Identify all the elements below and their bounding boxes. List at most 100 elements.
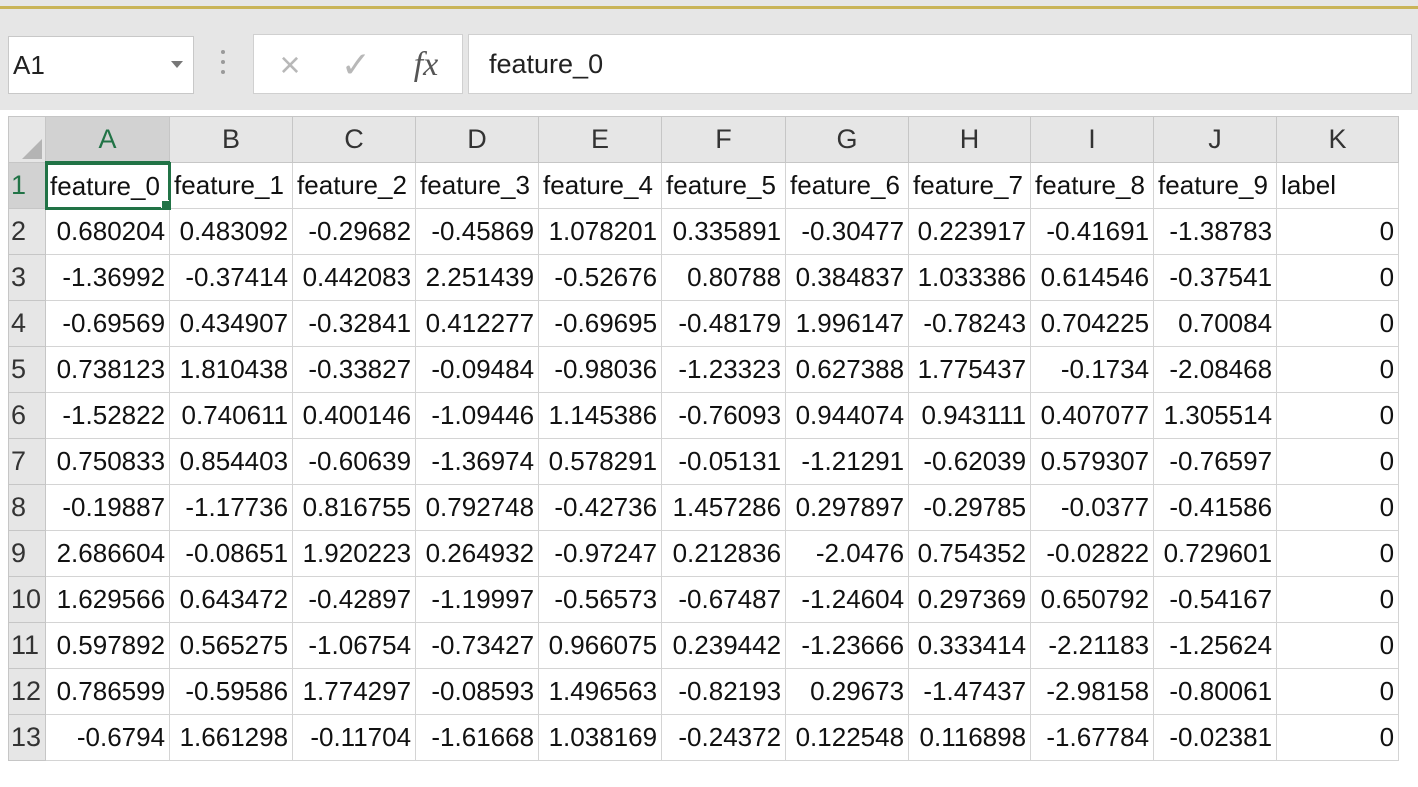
cell[interactable]: 1.033386	[908, 254, 1032, 301]
cell[interactable]: 0.579307	[1030, 438, 1155, 485]
cancel-icon[interactable]: ×	[266, 43, 314, 87]
column-header-c[interactable]: C	[292, 116, 417, 163]
cell[interactable]: -0.41586	[1153, 484, 1278, 531]
cell[interactable]: feature_6	[785, 162, 910, 209]
column-header-b[interactable]: B	[169, 116, 294, 163]
cell[interactable]: -2.08468	[1153, 346, 1278, 393]
cell[interactable]: 0	[1276, 576, 1400, 623]
name-box[interactable]: A1	[8, 36, 194, 94]
cell[interactable]: 1.996147	[785, 300, 910, 347]
cell[interactable]: 0.740611	[169, 392, 294, 439]
cell[interactable]: 0	[1276, 714, 1400, 761]
cell[interactable]: 0.297369	[908, 576, 1032, 623]
row-header[interactable]: 13	[7, 714, 47, 761]
cell[interactable]: 0.854403	[169, 438, 294, 485]
cell[interactable]: 1.145386	[538, 392, 663, 439]
cell[interactable]: -0.42736	[538, 484, 663, 531]
cell[interactable]: feature_1	[169, 162, 294, 209]
cell[interactable]: 0.650792	[1030, 576, 1155, 623]
cell[interactable]: 0.754352	[908, 530, 1032, 577]
cell[interactable]: -1.36974	[415, 438, 540, 485]
row-header[interactable]: 3	[7, 254, 47, 301]
cell[interactable]: 0.750833	[45, 438, 171, 485]
cell[interactable]: 0.578291	[538, 438, 663, 485]
cell[interactable]: 0.943111	[908, 392, 1032, 439]
cell[interactable]: -0.56573	[538, 576, 663, 623]
cell[interactable]: feature_9	[1153, 162, 1278, 209]
cell[interactable]: -0.0377	[1030, 484, 1155, 531]
row-header[interactable]: 7	[7, 438, 47, 485]
cell[interactable]: -0.32841	[292, 300, 417, 347]
cell[interactable]: 0.116898	[908, 714, 1032, 761]
cell[interactable]: feature_2	[292, 162, 417, 209]
cell[interactable]: 0	[1276, 300, 1400, 347]
cell[interactable]: feature_8	[1030, 162, 1155, 209]
row-header[interactable]: 10	[7, 576, 47, 623]
cell[interactable]: -0.6794	[45, 714, 171, 761]
row-header[interactable]: 2	[7, 208, 47, 255]
cell[interactable]: 1.496563	[538, 668, 663, 715]
cell[interactable]: -0.41691	[1030, 208, 1155, 255]
cell[interactable]: 0	[1276, 346, 1400, 393]
cell[interactable]: -0.60639	[292, 438, 417, 485]
cell[interactable]: -1.52822	[45, 392, 171, 439]
more-options-icon[interactable]	[220, 50, 226, 80]
cell[interactable]: -0.76597	[1153, 438, 1278, 485]
cell[interactable]: 0.29673	[785, 668, 910, 715]
cell[interactable]: -0.1734	[1030, 346, 1155, 393]
cell[interactable]: 0.442083	[292, 254, 417, 301]
cell[interactable]: 0.264932	[415, 530, 540, 577]
cell[interactable]: -1.19997	[415, 576, 540, 623]
cell[interactable]: -0.82193	[661, 668, 787, 715]
cell[interactable]: -0.29785	[908, 484, 1032, 531]
cell[interactable]: 0.223917	[908, 208, 1032, 255]
cell[interactable]: 0.239442	[661, 622, 787, 669]
cell[interactable]: -2.0476	[785, 530, 910, 577]
row-header[interactable]: 5	[7, 346, 47, 393]
cell[interactable]: -0.97247	[538, 530, 663, 577]
cell[interactable]: -0.52676	[538, 254, 663, 301]
cell[interactable]: 0	[1276, 208, 1400, 255]
insert-function-icon[interactable]: fx	[402, 43, 450, 87]
column-header-a[interactable]: A	[45, 116, 171, 164]
cell[interactable]: -1.24604	[785, 576, 910, 623]
cell[interactable]: 0.407077	[1030, 392, 1155, 439]
enter-check-icon[interactable]: ✓	[332, 43, 380, 87]
cell[interactable]: 0.738123	[45, 346, 171, 393]
cell[interactable]: 0.400146	[292, 392, 417, 439]
cell[interactable]: 1.920223	[292, 530, 417, 577]
cell[interactable]: 0.297897	[785, 484, 910, 531]
cell[interactable]: 1.305514	[1153, 392, 1278, 439]
cell[interactable]: 0.384837	[785, 254, 910, 301]
fill-handle[interactable]	[161, 200, 169, 208]
cell[interactable]: feature_4	[538, 162, 663, 209]
cell[interactable]: -0.69695	[538, 300, 663, 347]
cell[interactable]: -1.21291	[785, 438, 910, 485]
cell[interactable]: feature_5	[661, 162, 787, 209]
cell[interactable]: 1.661298	[169, 714, 294, 761]
cell[interactable]: 0.704225	[1030, 300, 1155, 347]
cell[interactable]: -0.05131	[661, 438, 787, 485]
cell[interactable]: 0.483092	[169, 208, 294, 255]
cell[interactable]: -1.47437	[908, 668, 1032, 715]
cell[interactable]: -0.37541	[1153, 254, 1278, 301]
cell[interactable]: 0.80788	[661, 254, 787, 301]
cell[interactable]: -0.67487	[661, 576, 787, 623]
cell[interactable]: 0	[1276, 438, 1400, 485]
cell[interactable]: -1.67784	[1030, 714, 1155, 761]
column-header-f[interactable]: F	[661, 116, 787, 163]
cell[interactable]: -0.54167	[1153, 576, 1278, 623]
row-header[interactable]: 11	[7, 622, 47, 669]
cell[interactable]: -1.23666	[785, 622, 910, 669]
cell[interactable]: -1.38783	[1153, 208, 1278, 255]
active-cell[interactable]: feature_0	[44, 161, 171, 210]
cell[interactable]: -2.21183	[1030, 622, 1155, 669]
cell[interactable]: 0.412277	[415, 300, 540, 347]
cell[interactable]: feature_7	[908, 162, 1032, 209]
cell[interactable]: -0.42897	[292, 576, 417, 623]
cell[interactable]: -0.80061	[1153, 668, 1278, 715]
cell[interactable]: -0.08593	[415, 668, 540, 715]
cell[interactable]: -0.19887	[45, 484, 171, 531]
cell[interactable]: 1.078201	[538, 208, 663, 255]
cell[interactable]: -1.36992	[45, 254, 171, 301]
